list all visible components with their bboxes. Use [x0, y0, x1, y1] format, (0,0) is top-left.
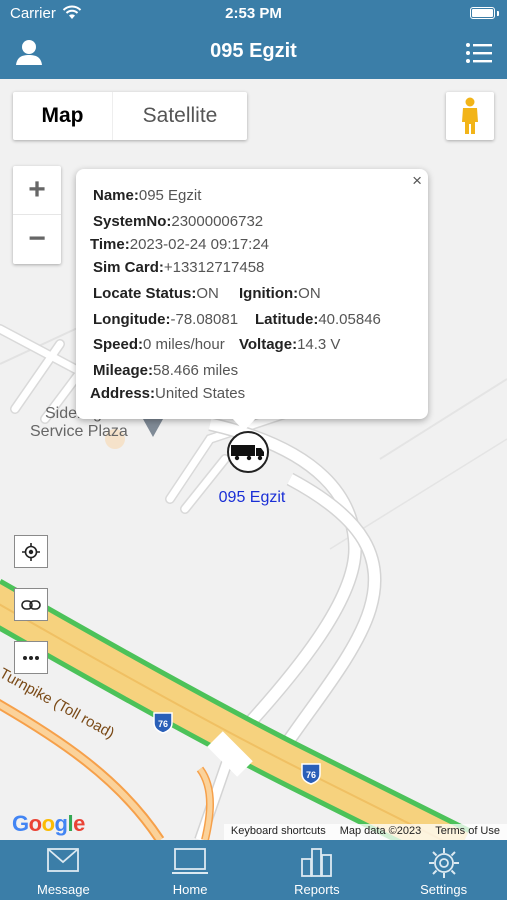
info-time: Time:2023-02-24 09:17:24	[90, 236, 270, 253]
google-letter-e: e	[73, 811, 85, 836]
map-type-map[interactable]: Map	[13, 92, 112, 140]
info-name: Name:095 Egzit	[93, 187, 202, 204]
zoom-in-button[interactable]: +	[13, 166, 61, 215]
tab-home[interactable]: Home	[127, 840, 254, 900]
info-address: Address:United States	[90, 385, 246, 402]
zoom-out-button[interactable]: −	[13, 215, 61, 264]
keyboard-shortcuts-link[interactable]: Keyboard shortcuts	[224, 824, 333, 840]
vehicle-info-window: × Name:095 Egzit SystemNo:23000006732 Ti…	[76, 169, 428, 431]
truck-icon	[231, 445, 264, 461]
info-speed: Speed:0 miles/hour	[93, 336, 225, 353]
more-button[interactable]	[14, 641, 48, 674]
info-window-pointer	[232, 418, 256, 431]
close-icon[interactable]: ×	[412, 171, 422, 191]
tab-bar: Message Home Reports Settings	[0, 840, 507, 900]
tab-settings[interactable]: Settings	[380, 840, 507, 900]
tab-reports-label: Reports	[294, 882, 340, 897]
status-bar: Carrier 2:53 PM	[0, 0, 507, 28]
terms-link[interactable]: Terms of Use	[428, 824, 507, 840]
map-footer: Keyboard shortcuts Map data ©2023 Terms …	[223, 824, 507, 840]
info-system-no: SystemNo:23000006732	[93, 213, 264, 230]
link-icon	[21, 599, 41, 610]
status-time: 2:53 PM	[225, 5, 282, 22]
nav-bar: 095 Egzit	[0, 28, 507, 79]
battery-icon	[470, 7, 495, 19]
settings-icon	[428, 847, 460, 884]
google-logo: Google	[12, 811, 85, 837]
info-voltage: Voltage:14.3 V	[239, 336, 341, 353]
svg-text:76: 76	[158, 719, 168, 729]
info-ignition: Ignition:ON	[239, 285, 321, 302]
page-title: 095 Egzit	[210, 40, 297, 62]
vehicle-marker[interactable]	[227, 431, 269, 473]
google-letter-o1: o	[28, 811, 42, 836]
info-longitude: Longitude:-78.08081	[93, 311, 239, 328]
google-letter-o2: o	[41, 811, 55, 836]
interstate-shield-1: 76	[153, 712, 173, 734]
info-mileage: Mileage:58.466 miles	[93, 362, 239, 379]
interstate-shield-2: 76	[301, 763, 321, 785]
crosshair-icon	[22, 542, 40, 561]
vehicle-label[interactable]: 095 Egzit	[190, 489, 314, 507]
google-letter-g2: g	[54, 811, 68, 836]
message-icon	[46, 847, 80, 880]
tab-home-label: Home	[172, 882, 208, 897]
tab-reports[interactable]: Reports	[254, 840, 381, 900]
battery-tip	[497, 11, 499, 16]
home-icon	[172, 847, 209, 880]
info-locate-status: Locate Status:ON	[93, 285, 219, 302]
share-link-button[interactable]	[14, 588, 48, 621]
pegman-icon[interactable]	[446, 92, 494, 140]
svg-text:76: 76	[306, 770, 316, 780]
info-sim-card: Sim Card:+13312717458	[93, 259, 265, 276]
tab-message[interactable]: Message	[0, 840, 127, 900]
map-view[interactable]: 76 76 Map Satellite + − Sideling Service…	[0, 79, 507, 840]
map-type-toggle: Map Satellite	[13, 92, 247, 140]
tab-message-label: Message	[37, 882, 90, 897]
locate-button[interactable]	[14, 535, 48, 568]
google-letter-g: G	[12, 811, 29, 836]
tab-settings-label: Settings	[420, 882, 468, 897]
map-type-satellite[interactable]: Satellite	[112, 92, 247, 140]
more-dots-icon	[23, 655, 39, 660]
list-menu-icon[interactable]	[465, 40, 493, 66]
map-data-label: Map data ©2023	[339, 825, 422, 837]
reports-icon	[300, 847, 334, 882]
poi-label-line2: Service Plaza	[30, 423, 128, 440]
info-latitude: Latitude:40.05846	[255, 311, 381, 328]
zoom-control: + −	[13, 166, 61, 264]
